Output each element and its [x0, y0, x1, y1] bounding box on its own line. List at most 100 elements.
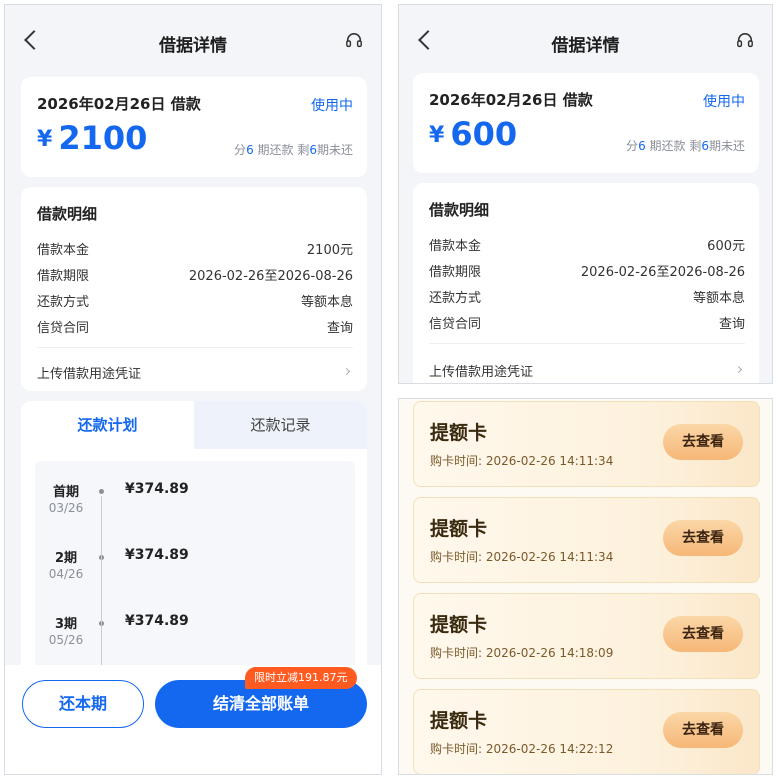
card-title: 提额卡 [430, 614, 488, 636]
row-value-term: 2026-02-26至2026-08-26 [580, 265, 745, 280]
periods-mid: 期还款 剩 [253, 143, 310, 157]
card-title: 提额卡 [430, 710, 488, 732]
periods-total: 6 [246, 143, 254, 157]
periods-total: 6 [638, 139, 646, 153]
card-purchase-time: 购卡时间: 2026-02-26 14:22:12 [430, 740, 613, 757]
status-badge: 使用中 [703, 94, 745, 110]
installment-info: 分6 期还款 剩6期未还 [626, 137, 745, 154]
chevron-right-icon [734, 365, 743, 374]
upload-proof-item[interactable]: 上传借款用途凭证 [429, 361, 533, 380]
plan-date: 05/26 [48, 633, 84, 647]
promo-badge: 限时立减191.87元 [245, 667, 357, 689]
card-purchase-time: 购卡时间: 2026-02-26 14:18:09 [430, 644, 613, 661]
card-title: 提额卡 [430, 518, 488, 540]
limit-card-item: 提额卡 购卡时间: 2026-02-26 14:11:34 去查看 [413, 401, 760, 487]
view-card-button[interactable]: 去查看 [663, 712, 743, 748]
loan-summary-card: 2026年02月26日 借款 使用中 ¥600 分6 期还款 剩6期未还 [413, 73, 759, 173]
periods-left: 6 [309, 143, 317, 157]
card-purchase-time: 购卡时间: 2026-02-26 14:11:34 [430, 548, 613, 565]
row-label-contract: 信贷合同 [37, 321, 90, 336]
plan-amount: ¥374.89 [125, 613, 189, 629]
plan-amount: ¥374.89 [125, 547, 189, 563]
periods-left: 6 [701, 139, 709, 153]
section-title: 借款明细 [37, 205, 98, 223]
loan-summary-card: 2026年02月26日 借款 使用中 ¥2100 分6 期还款 剩6期未还 [21, 77, 367, 177]
tab-repayment-record[interactable]: 还款记录 [194, 401, 367, 449]
view-card-button[interactable]: 去查看 [663, 616, 743, 652]
loan-amount: ¥2100 [37, 119, 147, 157]
loan-detail-panel-left: 借据详情 2026年02月26日 借款 使用中 ¥2100 分6 期还款 剩6期… [4, 4, 382, 775]
plan-term: 2期 [54, 551, 78, 566]
currency-symbol: ¥ [37, 127, 53, 152]
card-time-label: 购卡时间: [430, 646, 483, 660]
row-label-term: 借款期限 [37, 269, 90, 284]
row-label-contract: 信贷合同 [429, 317, 482, 332]
view-card-button[interactable]: 去查看 [663, 520, 743, 556]
card-time-label: 购卡时间: [430, 454, 483, 468]
loan-date: 2026年02月26日 借款 [37, 95, 201, 113]
row-value-principal: 2100元 [306, 243, 353, 258]
row-label-method: 还款方式 [37, 295, 90, 310]
periods-prefix: 分 [626, 139, 639, 153]
limit-card-item: 提额卡 购卡时间: 2026-02-26 14:18:09 去查看 [413, 593, 760, 679]
row-value-method: 等额本息 [300, 295, 353, 310]
upload-proof-item[interactable]: 上传借款用途凭证 [37, 363, 141, 382]
row-value-principal: 600元 [707, 239, 745, 254]
periods-suffix: 期未还 [316, 143, 353, 157]
periods-prefix: 分 [234, 143, 247, 157]
loan-date: 2026年02月26日 借款 [429, 91, 593, 109]
periods-suffix: 期未还 [708, 139, 745, 153]
loan-detail-card: 借款明细 借款本金 2100元 借款期限 2026-02-26至2026-08-… [21, 187, 367, 391]
divider [37, 347, 353, 348]
amount-value: 2100 [58, 119, 148, 157]
repay-current-button[interactable]: 还本期 [22, 680, 144, 728]
tab-repayment-plan[interactable]: 还款计划 [21, 401, 194, 449]
periods-mid: 期还款 剩 [645, 139, 702, 153]
section-title: 借款明细 [429, 201, 490, 219]
loan-detail-panel-right: 借据详情 2026年02月26日 借款 使用中 ¥600 分6 期还款 剩6期未… [398, 4, 773, 384]
currency-symbol: ¥ [429, 123, 445, 148]
top-bar: 借据详情 [5, 5, 381, 77]
timeline-line [101, 496, 102, 691]
installment-info: 分6 期还款 剩6期未还 [234, 141, 353, 158]
contract-query-link[interactable]: 查询 [719, 313, 745, 332]
view-card-button[interactable]: 去查看 [663, 424, 743, 460]
plan-term: 3期 [54, 617, 78, 632]
row-value-term: 2026-02-26至2026-08-26 [188, 269, 353, 284]
divider [429, 343, 745, 344]
row-label-term: 借款期限 [429, 265, 482, 280]
row-label-principal: 借款本金 [37, 243, 90, 258]
contract-query-link[interactable]: 查询 [327, 317, 353, 336]
loan-detail-card: 借款明细 借款本金 600元 借款期限 2026-02-26至2026-08-2… [413, 183, 759, 383]
card-time-value: 2026-02-26 14:11:34 [485, 550, 614, 564]
plan-date: 04/26 [48, 567, 84, 581]
amount-value: 600 [450, 115, 518, 153]
page-title: 借据详情 [551, 36, 620, 56]
screenshot-root: 借据详情 2026年02月26日 借款 使用中 ¥2100 分6 期还款 剩6期… [0, 0, 778, 779]
card-title: 提额卡 [430, 422, 488, 444]
status-badge: 使用中 [311, 98, 353, 114]
limit-card-item: 提额卡 购卡时间: 2026-02-26 14:11:34 去查看 [413, 497, 760, 583]
customer-service-icon[interactable] [345, 32, 363, 50]
repayment-tabs-card: 还款计划 还款记录 首期 03/26 ¥374.89 2期 04/26 ¥374… [21, 401, 367, 691]
loan-amount: ¥600 [429, 115, 517, 153]
plan-amount: ¥374.89 [125, 481, 189, 497]
plan-date: 03/26 [48, 501, 84, 515]
top-bar: 借据详情 [399, 5, 772, 75]
card-time-label: 购卡时间: [430, 742, 483, 756]
row-value-method: 等额本息 [692, 291, 745, 306]
card-purchase-time: 购卡时间: 2026-02-26 14:11:34 [430, 452, 613, 469]
timeline-dot [99, 489, 104, 494]
card-time-value: 2026-02-26 14:11:34 [485, 454, 614, 468]
page-title: 借据详情 [159, 36, 227, 56]
customer-service-icon[interactable] [736, 32, 754, 50]
row-label-method: 还款方式 [429, 291, 482, 306]
row-label-principal: 借款本金 [429, 239, 482, 254]
plan-term: 首期 [52, 485, 79, 500]
card-time-value: 2026-02-26 14:22:12 [485, 742, 614, 756]
chevron-right-icon [342, 367, 351, 376]
limit-card-list-panel: 提额卡 购卡时间: 2026-02-26 14:11:34 去查看 提额卡 购卡… [398, 398, 773, 775]
card-time-value: 2026-02-26 14:18:09 [485, 646, 614, 660]
limit-card-item: 提额卡 购卡时间: 2026-02-26 14:22:12 去查看 [413, 689, 760, 774]
card-time-label: 购卡时间: [430, 550, 483, 564]
